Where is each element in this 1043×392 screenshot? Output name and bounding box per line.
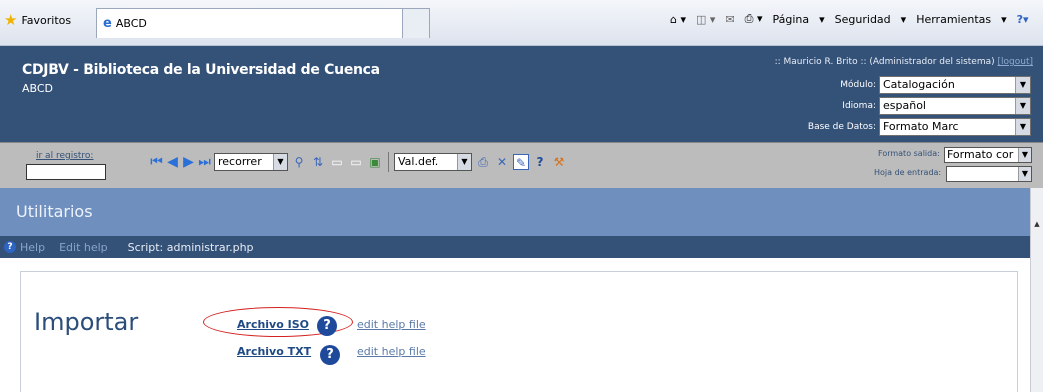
- command-bar: ⌂ ▾ ◫ ▾ ✉ ⎙ ▾ Página ▾ Seguridad ▾ Herrami…: [670, 12, 1029, 26]
- browser-tab[interactable]: e ABCD: [96, 8, 404, 38]
- formato-salida-select[interactable]: Formato cor ▼: [944, 147, 1032, 163]
- valdef-select[interactable]: Val.def. ▼: [394, 153, 472, 171]
- favorites-label: Favoritos: [21, 14, 72, 27]
- idioma-select[interactable]: español ▼: [879, 97, 1031, 115]
- section-bar: Utilitarios: [0, 188, 1030, 236]
- db-icon[interactable]: ▣: [367, 154, 383, 170]
- user-name: :: Mauricio R. Brito :: (Administrador d…: [774, 57, 995, 67]
- chevron-down-icon[interactable]: ▼: [1018, 167, 1031, 181]
- copy-icon[interactable]: ▭: [348, 154, 364, 170]
- iso-edit-help-link[interactable]: edit help file: [357, 318, 426, 331]
- chevron-down-icon[interactable]: ▼: [1015, 77, 1030, 93]
- browser-toolbar: ★ Favoritos e ABCD ⌂ ▾ ◫ ▾ ✉ ⎙ ▾ Página ▾…: [0, 0, 1043, 46]
- help-icon[interactable]: ?▾: [1017, 13, 1029, 26]
- help-icon[interactable]: ?: [320, 345, 340, 365]
- ie-icon: e: [103, 16, 112, 31]
- user-info: :: Mauricio R. Brito :: (Administrador d…: [775, 57, 1033, 67]
- site-title: CDJBV - Biblioteca de la Universidad de …: [22, 62, 380, 78]
- archivo-iso-link[interactable]: Archivo ISO: [237, 318, 309, 331]
- ir-registro-label: ir al registro:: [36, 151, 94, 161]
- import-heading: Importar: [34, 308, 139, 336]
- modulo-select[interactable]: Catalogación ▼: [879, 76, 1031, 94]
- scroll-up-icon[interactable]: ▲: [1031, 220, 1043, 232]
- edit-help-link[interactable]: Edit help: [59, 241, 108, 254]
- recorrer-select[interactable]: recorrer ▼: [214, 153, 288, 171]
- help-icon[interactable]: ?: [317, 316, 337, 336]
- modulo-label: Módulo:: [840, 80, 876, 90]
- search-icon[interactable]: ⚲: [291, 154, 307, 170]
- print-icon[interactable]: ⎙: [475, 154, 491, 170]
- chevron-down-icon[interactable]: ▼: [1015, 98, 1030, 114]
- tools-icon[interactable]: ⚒: [551, 154, 567, 170]
- section-title: Utilitarios: [16, 202, 93, 221]
- feeds-icon[interactable]: ◫ ▾: [696, 13, 715, 26]
- help-link[interactable]: Help: [20, 241, 45, 254]
- script-name: Script: administrar.php: [127, 240, 254, 254]
- prev-record-icon[interactable]: ◀: [166, 153, 179, 171]
- sort-icon[interactable]: ⇅: [310, 154, 326, 170]
- record-toolbar: ir al registro: ⏮ ◀ ▶ ⏭ recorrer ▼ ⚲ ⇅ ▭ …: [0, 142, 1043, 188]
- ir-registro-input[interactable]: [26, 164, 106, 180]
- toolbar-icons: ⏮ ◀ ▶ ⏭ recorrer ▼ ⚲ ⇅ ▭ ▭ ▣ Val.def. ▼ ⎙ …: [150, 152, 567, 172]
- home-icon[interactable]: ⌂ ▾: [670, 13, 686, 26]
- formato-salida-label: Formato salida:: [878, 149, 940, 158]
- hoja-entrada-select[interactable]: ▼: [946, 166, 1032, 182]
- base-row: Base de Datos: Formato Marc ▼: [808, 118, 1031, 136]
- base-label: Base de Datos:: [807, 122, 876, 132]
- vertical-scrollbar[interactable]: ▲: [1030, 188, 1043, 392]
- mail-icon[interactable]: ✉: [725, 13, 734, 26]
- print-icon[interactable]: ⎙ ▾: [745, 12, 763, 26]
- menu-pagina[interactable]: Página: [772, 13, 809, 26]
- first-record-icon[interactable]: ⏮: [150, 153, 163, 171]
- help-icon[interactable]: ?: [4, 241, 16, 253]
- edit-icon[interactable]: ✎: [513, 154, 529, 170]
- last-record-icon[interactable]: ⏭: [198, 153, 211, 171]
- star-icon: ★: [4, 11, 18, 29]
- app-header: CDJBV - Biblioteca de la Universidad de …: [0, 46, 1043, 142]
- logout-link[interactable]: [logout]: [998, 57, 1033, 67]
- tab-label: ABCD: [115, 17, 147, 30]
- new-record-icon[interactable]: ▭: [329, 154, 345, 170]
- archivo-txt-link[interactable]: Archivo TXT: [237, 345, 311, 358]
- chevron-down-icon[interactable]: ▼: [1018, 148, 1031, 162]
- menu-seguridad[interactable]: Seguridad: [835, 13, 891, 26]
- new-tab-button[interactable]: [402, 8, 430, 38]
- site-subtitle: ABCD: [22, 82, 54, 95]
- chevron-down-icon[interactable]: ▼: [273, 154, 287, 170]
- next-record-icon[interactable]: ▶: [182, 153, 195, 171]
- help-icon[interactable]: ?: [532, 154, 548, 170]
- menu-herramientas[interactable]: Herramientas: [916, 13, 991, 26]
- help-bar: ? Help Edit help Script: administrar.php: [0, 236, 1030, 258]
- content-panel: [20, 271, 1018, 392]
- favorites-button[interactable]: ★ Favoritos: [4, 11, 72, 29]
- modulo-row: Módulo: Catalogación ▼: [840, 76, 1031, 94]
- chevron-down-icon[interactable]: ▼: [1015, 119, 1030, 135]
- idioma-label: Idioma:: [842, 101, 876, 111]
- delete-icon[interactable]: ✕: [494, 154, 510, 170]
- chevron-down-icon[interactable]: ▼: [457, 154, 471, 170]
- base-select[interactable]: Formato Marc ▼: [879, 118, 1031, 136]
- txt-edit-help-link[interactable]: edit help file: [357, 345, 426, 358]
- idioma-row: Idioma: español ▼: [842, 97, 1031, 115]
- hoja-entrada-label: Hoja de entrada:: [874, 168, 942, 177]
